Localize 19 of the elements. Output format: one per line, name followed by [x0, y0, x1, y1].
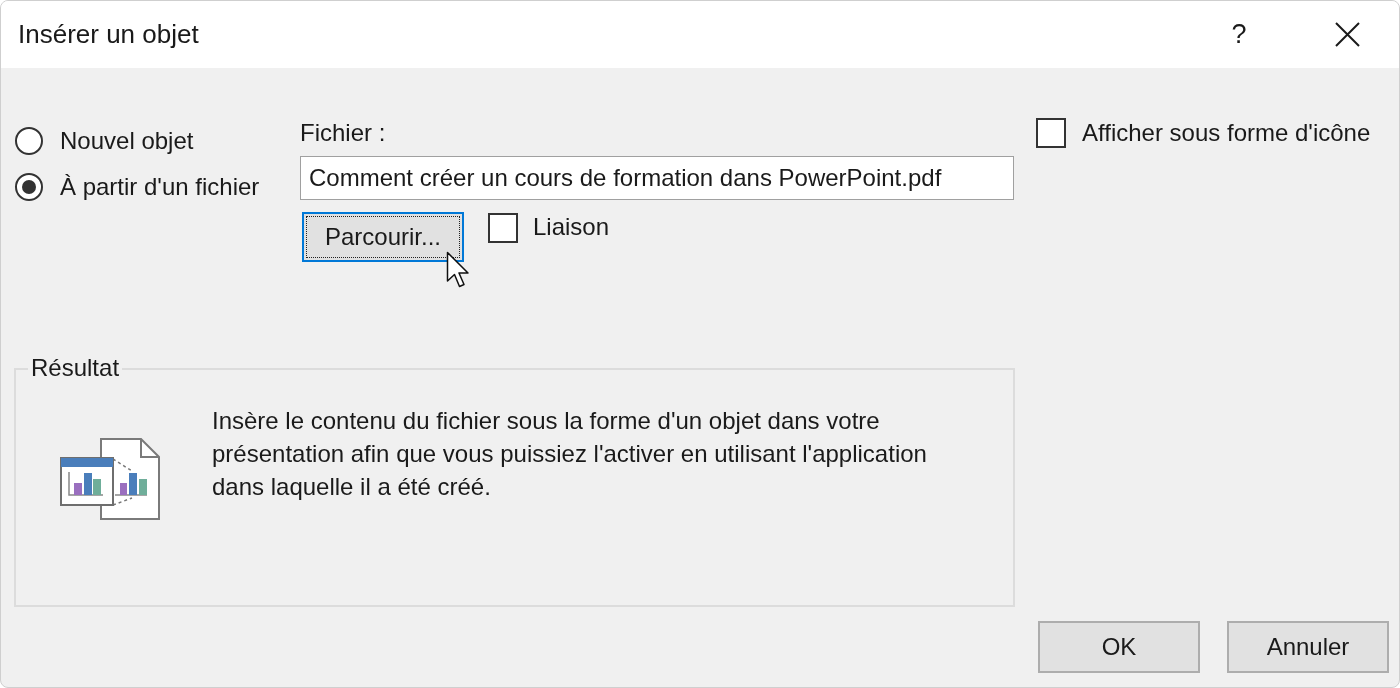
file-path-field[interactable]: Comment créer un cours de formation dans PowerPoint.pdf	[300, 156, 1014, 200]
radio-button[interactable]	[15, 127, 43, 155]
close-icon	[1334, 22, 1360, 47]
radio-label: À partir d'un fichier	[60, 173, 260, 201]
window-title: Insérer un objet	[17, 18, 199, 51]
chart-document-icon	[60, 438, 161, 520]
mouse-pointer-icon	[446, 251, 470, 289]
browse-button[interactable]: Parcourir...	[302, 212, 464, 262]
radio-label: Nouvel objet	[60, 127, 194, 155]
result-description: Insère le contenu du fichier sous la forme d'un objet dans votre présentation afin que vous puissiez l'activer en utilisant l'application dans laquelle il a été créé.	[212, 406, 928, 502]
radio-button[interactable]	[15, 173, 43, 201]
dialog-button[interactable]: Annuler	[1227, 621, 1389, 673]
help-button[interactable]: ?	[1209, 1, 1269, 68]
field-label: Fichier :	[300, 119, 386, 147]
checkbox[interactable]	[488, 213, 518, 243]
checkbox-label: Liaison	[533, 212, 610, 242]
checkbox[interactable]	[1036, 118, 1066, 148]
dialog-button[interactable]: OK	[1038, 621, 1200, 673]
checkbox-label: Afficher sous forme d'icône	[1082, 118, 1371, 148]
